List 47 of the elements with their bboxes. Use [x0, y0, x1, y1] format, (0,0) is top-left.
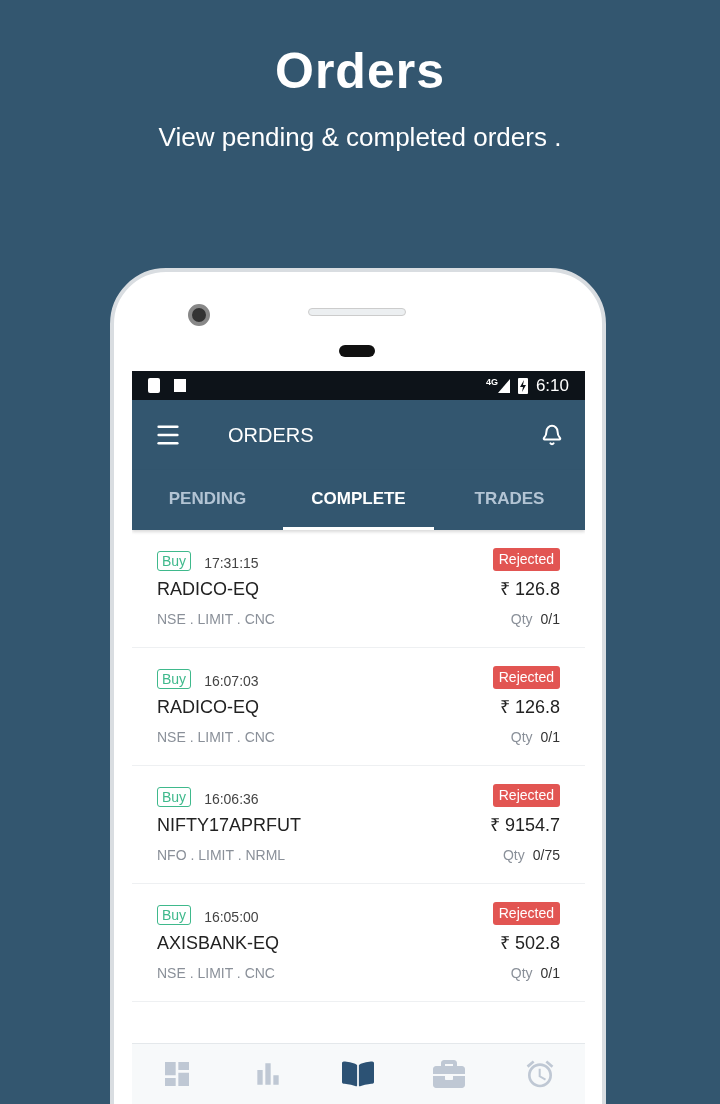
order-time: 16:06:36: [204, 791, 259, 807]
signal-icon: [497, 378, 510, 393]
qty-label: Qty: [510, 964, 533, 983]
status-tag: Rejected: [492, 902, 560, 925]
order-price: ₹ 9154.7: [489, 814, 560, 837]
bell-icon[interactable]: [541, 424, 563, 446]
tab[interactable]: COMPLETE: [283, 470, 434, 530]
side-tag: Buy: [157, 551, 192, 571]
order-details: NSE . LIMIT . CNC: [157, 964, 275, 983]
order-time: 16:07:03: [204, 673, 259, 689]
order-details: NSE . LIMIT . CNC: [157, 610, 275, 629]
order-price: ₹ 502.8: [499, 932, 560, 955]
order-time: 16:05:00: [204, 909, 259, 925]
hero-subtitle: View pending & completed orders .: [158, 121, 562, 154]
battery-charging-icon: [517, 377, 528, 394]
order-price: ₹ 126.8: [499, 696, 560, 719]
qty-value: 0/1: [540, 728, 560, 747]
qty-label: Qty: [502, 846, 525, 865]
order-price: ₹ 126.8: [499, 578, 560, 601]
side-tag: Buy: [157, 905, 192, 925]
clock-time: 6:10: [535, 374, 569, 397]
qty-value: 0/1: [540, 964, 560, 983]
order-symbol: RADICO-EQ: [157, 578, 259, 601]
order-symbol: NIFTY17APRFUT: [157, 814, 302, 837]
app-title: ORDERS: [228, 423, 314, 448]
network-label: 4G: [485, 376, 498, 389]
hero-title: Orders: [275, 42, 445, 101]
order-details: NSE . LIMIT . CNC: [157, 728, 275, 747]
side-tag: Buy: [157, 787, 192, 807]
tab[interactable]: TRADES: [434, 470, 585, 530]
qty-value: 0/1: [540, 610, 560, 629]
sd-card-icon: [148, 378, 160, 393]
order-symbol: AXISBANK-EQ: [157, 932, 280, 955]
qty-value: 0/75: [532, 846, 560, 865]
order-details: NFO . LIMIT . NRML: [157, 846, 286, 865]
status-tag: Rejected: [492, 548, 560, 571]
qty-label: Qty: [510, 610, 533, 629]
sensor-pill: [339, 345, 375, 357]
order-symbol: RADICO-EQ: [157, 696, 259, 719]
qty-label: Qty: [510, 728, 533, 747]
status-tag: Rejected: [492, 784, 560, 807]
status-tag: Rejected: [492, 666, 560, 689]
camera-icon: [188, 304, 210, 326]
briefcase-icon[interactable]: [433, 1058, 466, 1090]
order-time: 17:31:15: [204, 555, 259, 571]
tab[interactable]: PENDING: [132, 470, 283, 530]
side-tag: Buy: [157, 669, 192, 689]
